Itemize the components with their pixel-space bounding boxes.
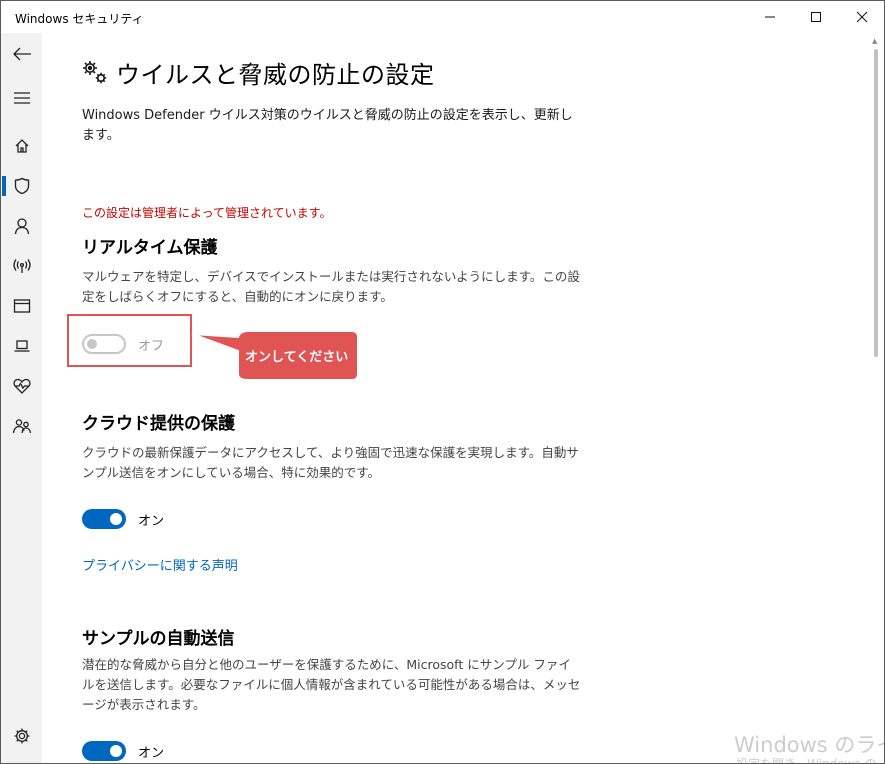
device-icon: [14, 340, 29, 352]
menu-icon: [13, 92, 30, 104]
person-icon: [14, 218, 29, 235]
title-bar: Windows セキュリティ: [1, 1, 884, 33]
realtime-protection-title: リアルタイム保護: [82, 238, 218, 258]
windows-security-window: Windows セキュリティ ウイルスと脅威の防止の設定 Windows Def…: [0, 0, 885, 764]
cloud-protection-title: クラウド提供の保護: [82, 414, 235, 434]
network-icon: [12, 259, 31, 273]
nav-virus-protection[interactable]: [1, 166, 42, 206]
sample-submission-description: 潜在的な脅威から自分と他のユーザーを保護するために、Microsoft にサンプ…: [82, 657, 581, 712]
minimize-icon: [765, 16, 775, 18]
annotation-highlight-box: [67, 314, 192, 367]
settings-icon: [14, 728, 29, 744]
window-title: Windows セキュリティ: [15, 12, 144, 26]
vertical-scrollbar[interactable]: ▲: [869, 33, 883, 763]
scrollbar-thumb[interactable]: [874, 49, 878, 357]
main-content: ウイルスと脅威の防止の設定 Windows Defender ウイルス対策のウイ…: [42, 33, 870, 763]
menu-button[interactable]: [1, 78, 42, 118]
minimize-button[interactable]: [747, 1, 793, 33]
nav-firewall[interactable]: [1, 246, 42, 286]
cloud-protection-description: クラウドの最新保護データにアクセスして、より強固で迅速な保護を実現します。自動サ…: [82, 445, 579, 480]
close-button[interactable]: [839, 1, 884, 33]
back-icon: [12, 47, 31, 61]
nav-home[interactable]: [1, 126, 42, 166]
nav-family-options[interactable]: [1, 406, 42, 446]
page-title: ウイルスと脅威の防止の設定: [116, 61, 435, 89]
cloud-protection-toggle[interactable]: [82, 509, 126, 529]
sample-submission-state: オン: [138, 745, 165, 761]
cloud-protection-toggle-row: オン: [82, 509, 164, 529]
admin-managed-warning: この設定は管理者によって管理されています。: [82, 206, 332, 220]
family-icon: [12, 419, 31, 434]
sample-submission-toggle-row: オン: [82, 741, 164, 761]
toggle-knob: [110, 513, 122, 525]
cloud-protection-state: オン: [138, 513, 165, 529]
maximize-icon: [811, 12, 821, 22]
sample-submission-toggle[interactable]: [82, 741, 126, 761]
annotation-callout-text: オンしてください: [245, 350, 349, 365]
navigation-rail: [1, 33, 42, 763]
activation-watermark-sub: 設定を開き、Windows の: [736, 757, 877, 764]
toggle-knob: [110, 745, 122, 757]
maximize-button[interactable]: [793, 1, 839, 33]
page-header: ウイルスと脅威の防止の設定: [80, 55, 435, 90]
nav-device-security[interactable]: [1, 326, 42, 366]
realtime-protection-description: マルウェアを特定し、デバイスでインストールまたは実行されないようにします。この設…: [82, 269, 580, 304]
nav-app-browser-control[interactable]: [1, 286, 42, 326]
back-button[interactable]: [1, 34, 42, 74]
scroll-up-arrow-icon[interactable]: ▲: [872, 37, 877, 45]
gears-icon: [83, 60, 107, 83]
sample-submission-title: サンプルの自動送信: [82, 629, 235, 649]
privacy-statement-link[interactable]: プライバシーに関する声明: [82, 555, 238, 574]
home-icon: [15, 139, 28, 153]
app-browser-icon: [13, 299, 30, 313]
close-icon: [856, 11, 868, 23]
page-description: Windows Defender ウイルス対策のウイルスと脅威の防止の設定を表示…: [82, 108, 573, 143]
nav-account-protection[interactable]: [1, 206, 42, 246]
nav-device-performance[interactable]: [1, 366, 42, 406]
nav-settings[interactable]: [1, 716, 42, 756]
heart-icon: [12, 378, 31, 394]
shield-icon: [14, 177, 29, 195]
